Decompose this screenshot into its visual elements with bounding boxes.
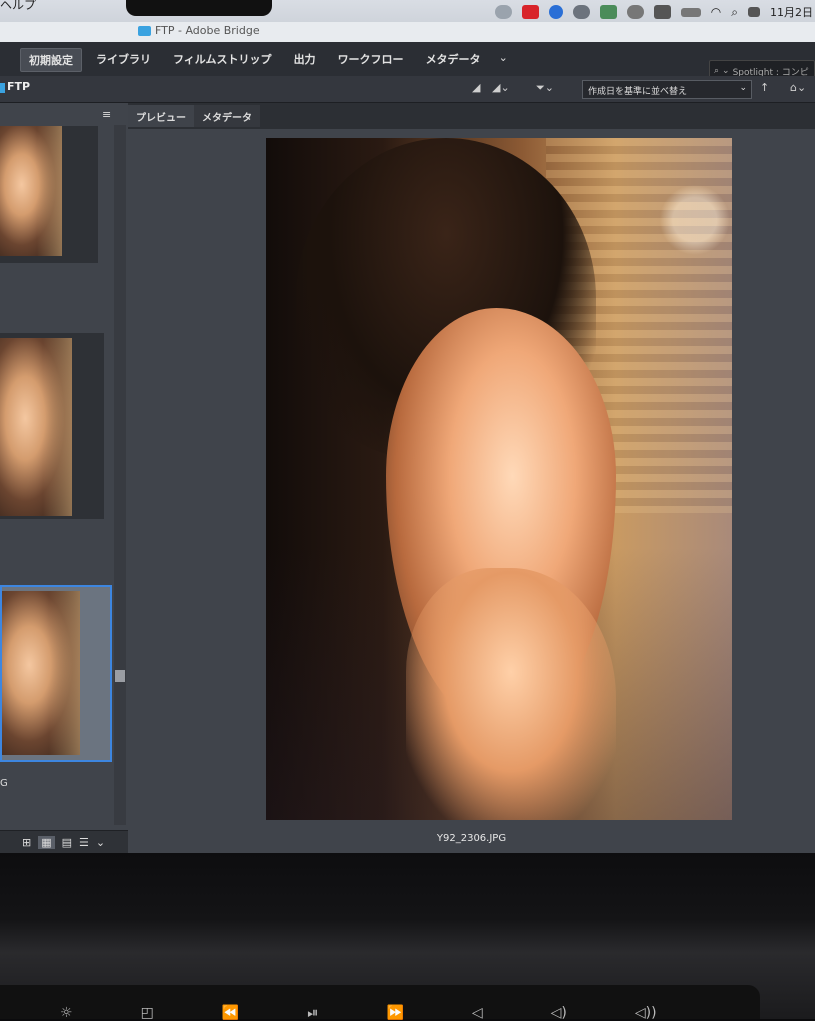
menubar: ヘルプ ◠ ⌕ 11月2日	[0, 0, 815, 22]
photo-hand	[406, 568, 616, 820]
view-mode-bar: ⊞ ▦ ▤ ☰ ⌄	[0, 830, 140, 854]
workspace-tab-output[interactable]: 出力	[286, 48, 324, 72]
preview-filename: Y92_2306.JPG	[436, 833, 507, 844]
camera-import-icon[interactable]: ⌂⌄	[790, 81, 806, 94]
menubar-date[interactable]: 11月2日	[770, 4, 813, 20]
search-icon: ⌕	[714, 66, 720, 76]
scrollbar[interactable]	[114, 125, 126, 825]
thumbnail-image	[0, 126, 62, 256]
thumbnail-filename: G	[0, 778, 8, 789]
preview-photo[interactable]	[266, 138, 732, 820]
thumbnail-view-icon[interactable]: ▦	[38, 836, 55, 849]
thumbnail-image	[2, 591, 80, 755]
menu-help[interactable]: ヘルプ	[0, 0, 36, 13]
workspace-tabs: 初期設定 ライブラリ フィルムストリップ 出力 ワークフロー メタデータ ⌄	[20, 48, 512, 72]
search-icon[interactable]: ⌕	[731, 5, 738, 20]
list-view-icon[interactable]: ☰	[79, 836, 89, 849]
workspace-tab-filmstrip[interactable]: フィルムストリップ	[165, 48, 280, 72]
breadcrumb-folder[interactable]: FTP	[7, 80, 30, 93]
folder-icon	[0, 83, 5, 93]
thumbnail-card-selected[interactable]	[0, 585, 112, 762]
cloud-icon[interactable]	[494, 5, 512, 19]
grid-view-icon[interactable]: ⊞	[22, 836, 31, 849]
wifi-icon[interactable]: ◠	[711, 5, 721, 19]
butterfly-icon[interactable]	[548, 5, 563, 19]
tab-metadata[interactable]: メタデータ	[194, 105, 260, 127]
battery-icon[interactable]	[680, 7, 701, 17]
chevron-down-icon: ⌄	[722, 66, 730, 76]
window-titlebar: FTP - Adobe Bridge	[0, 22, 815, 43]
thumbnail-card[interactable]	[0, 333, 104, 519]
app-icon[interactable]	[599, 5, 617, 19]
tab-preview[interactable]: プレビュー	[128, 105, 194, 127]
chevron-down-icon[interactable]: ⌄	[495, 48, 512, 72]
preview-tabs: プレビュー メタデータ	[128, 103, 815, 129]
workspace-tab-default[interactable]: 初期設定	[20, 48, 82, 72]
control-center-icon[interactable]	[748, 7, 760, 17]
ime-icon[interactable]	[653, 5, 671, 19]
scrollbar-thumb[interactable]	[115, 670, 125, 682]
app-red-icon[interactable]	[521, 5, 539, 19]
details-view-icon[interactable]: ▤	[62, 836, 72, 849]
workspace-tab-workflow[interactable]: ワークフロー	[330, 48, 412, 72]
filter-icon[interactable]: ⏷⌄	[536, 81, 554, 95]
window-title: FTP - Adobe Bridge	[155, 24, 260, 37]
thumbnail-card[interactable]	[0, 126, 98, 263]
panel-menu-icon[interactable]: ≡	[102, 108, 111, 121]
rating-filter-icon[interactable]: ◢⌄	[492, 81, 510, 94]
folder-icon	[138, 26, 151, 36]
chat-icon[interactable]	[626, 5, 644, 19]
status-area: ◠ ⌕ 11月2日	[494, 3, 815, 21]
chevron-down-icon[interactable]: ⌄	[96, 836, 105, 849]
camera-notch	[126, 0, 272, 16]
workspace-tab-library[interactable]: ライブラリ	[88, 48, 159, 72]
sync-icon[interactable]	[572, 5, 590, 19]
workspace-tab-metadata[interactable]: メタデータ	[418, 48, 489, 72]
path-bar: FTP ◢ ◢⌄ ⏷⌄ 作成日を基準に並べ替え ⌄ ↑ ⌂⌄	[0, 76, 815, 103]
thumbnail-image	[0, 338, 72, 516]
sort-dropdown[interactable]: 作成日を基準に並べ替え ⌄	[582, 80, 752, 99]
quality-icon[interactable]: ◢	[472, 81, 480, 94]
workspace-bar: 初期設定 ライブラリ フィルムストリップ 出力 ワークフロー メタデータ ⌄ ⌕…	[0, 42, 815, 82]
chevron-down-icon: ⌄	[739, 83, 747, 93]
sort-direction-icon[interactable]: ↑	[760, 81, 769, 94]
sort-label: 作成日を基準に並べ替え	[588, 87, 688, 97]
